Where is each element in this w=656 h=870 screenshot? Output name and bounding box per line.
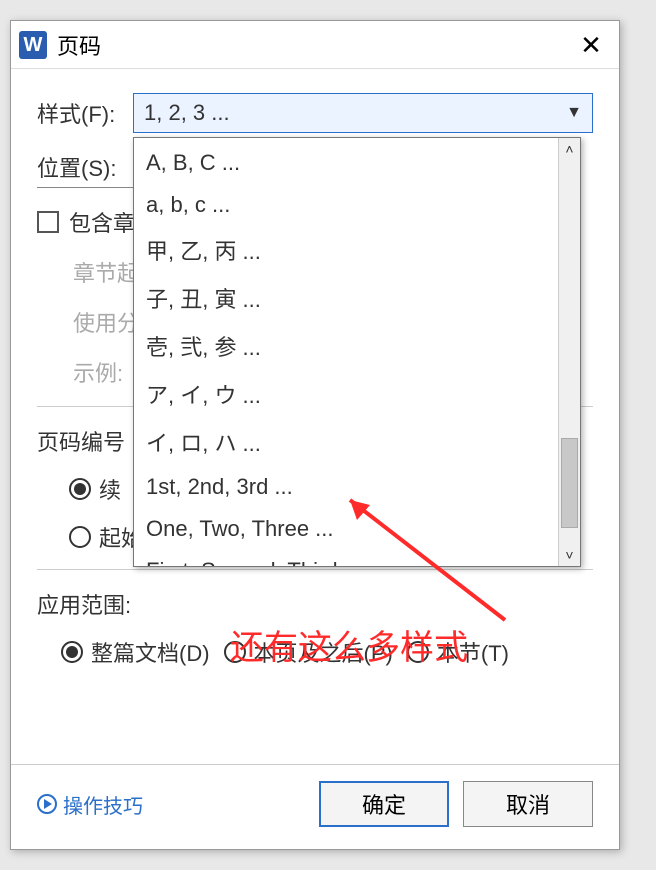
dropdown-item[interactable]: イ, ロ, ハ ... [134, 418, 558, 466]
separator-line-2 [37, 569, 593, 570]
apply-this-section-radio[interactable] [407, 641, 429, 663]
style-dropdown-list[interactable]: A, B, C ... a, b, c ... 甲, 乙, 丙 ... 子, 丑… [133, 137, 581, 567]
dropdown-item[interactable]: 壱, 弐, 参 ... [134, 322, 558, 370]
dropdown-item[interactable]: 1st, 2nd, 3rd ... [134, 466, 558, 508]
page-number-dialog: W 页码 ✕ 样式(F): 1, 2, 3 ... ▼ 位置(S): 包含章 章… [10, 20, 620, 850]
dialog-title: 页码 [57, 29, 571, 61]
tips-link[interactable]: 操作技巧 [37, 790, 143, 819]
dropdown-item[interactable]: 甲, 乙, 丙 ... [134, 226, 558, 274]
continue-numbering-radio[interactable] [69, 478, 91, 500]
dropdown-item[interactable]: ア, イ, ウ ... [134, 370, 558, 418]
apply-to-group: 整篇文档(D) 本页及之后(P) 本节(T) [61, 636, 593, 668]
example-label: 示例: [73, 356, 123, 388]
style-selected-value: 1, 2, 3 ... [144, 100, 230, 126]
separator-label: 使用分 [73, 306, 139, 338]
dropdown-scrollbar[interactable]: ˄ ˅ [558, 138, 580, 566]
play-icon [37, 794, 57, 814]
dropdown-item[interactable]: First, Second, Third ... [134, 550, 558, 566]
include-chapter-checkbox[interactable] [37, 211, 59, 233]
apply-whole-doc-option[interactable]: 整篇文档(D) [61, 636, 210, 668]
apply-this-section-option[interactable]: 本节(T) [407, 636, 509, 668]
start-at-radio[interactable] [69, 526, 91, 548]
scroll-up-icon[interactable]: ˄ [559, 138, 580, 160]
dropdown-item[interactable]: A, B, C ... [134, 142, 558, 184]
dropdown-list-wrap: A, B, C ... a, b, c ... 甲, 乙, 丙 ... 子, 丑… [134, 138, 558, 566]
dialog-footer: 操作技巧 确定 取消 [11, 764, 619, 849]
apply-whole-doc-label: 整篇文档(D) [91, 636, 210, 668]
style-combobox[interactable]: 1, 2, 3 ... ▼ [133, 93, 593, 133]
dropdown-item[interactable]: One, Two, Three ... [134, 508, 558, 550]
apply-whole-doc-radio[interactable] [61, 641, 83, 663]
position-label: 位置(S): [37, 151, 133, 188]
tips-label: 操作技巧 [63, 790, 143, 819]
apply-this-section-label: 本节(T) [437, 636, 509, 668]
apply-this-page-radio[interactable] [224, 641, 246, 663]
titlebar: W 页码 ✕ [11, 21, 619, 69]
app-icon: W [19, 31, 47, 59]
ok-button[interactable]: 确定 [319, 781, 449, 827]
dropdown-item[interactable]: a, b, c ... [134, 184, 558, 226]
continue-numbering-label: 续 [99, 473, 121, 505]
cancel-button[interactable]: 取消 [463, 781, 593, 827]
apply-this-page-option[interactable]: 本页及之后(P) [224, 636, 393, 668]
style-row: 样式(F): 1, 2, 3 ... ▼ [37, 93, 593, 133]
close-button[interactable]: ✕ [571, 25, 611, 65]
scrollbar-thumb[interactable] [561, 438, 578, 528]
apply-this-page-label: 本页及之后(P) [254, 636, 393, 668]
dialog-content: 样式(F): 1, 2, 3 ... ▼ 位置(S): 包含章 章节起 使用分 … [11, 69, 619, 668]
style-label: 样式(F): [37, 97, 133, 129]
chevron-down-icon: ▼ [566, 104, 582, 122]
scroll-down-icon[interactable]: ˅ [559, 544, 580, 566]
apply-to-section-label: 应用范围: [37, 588, 593, 620]
include-chapter-label: 包含章 [69, 206, 135, 238]
chapter-start-label: 章节起 [73, 256, 139, 288]
dropdown-item[interactable]: 子, 丑, 寅 ... [134, 274, 558, 322]
